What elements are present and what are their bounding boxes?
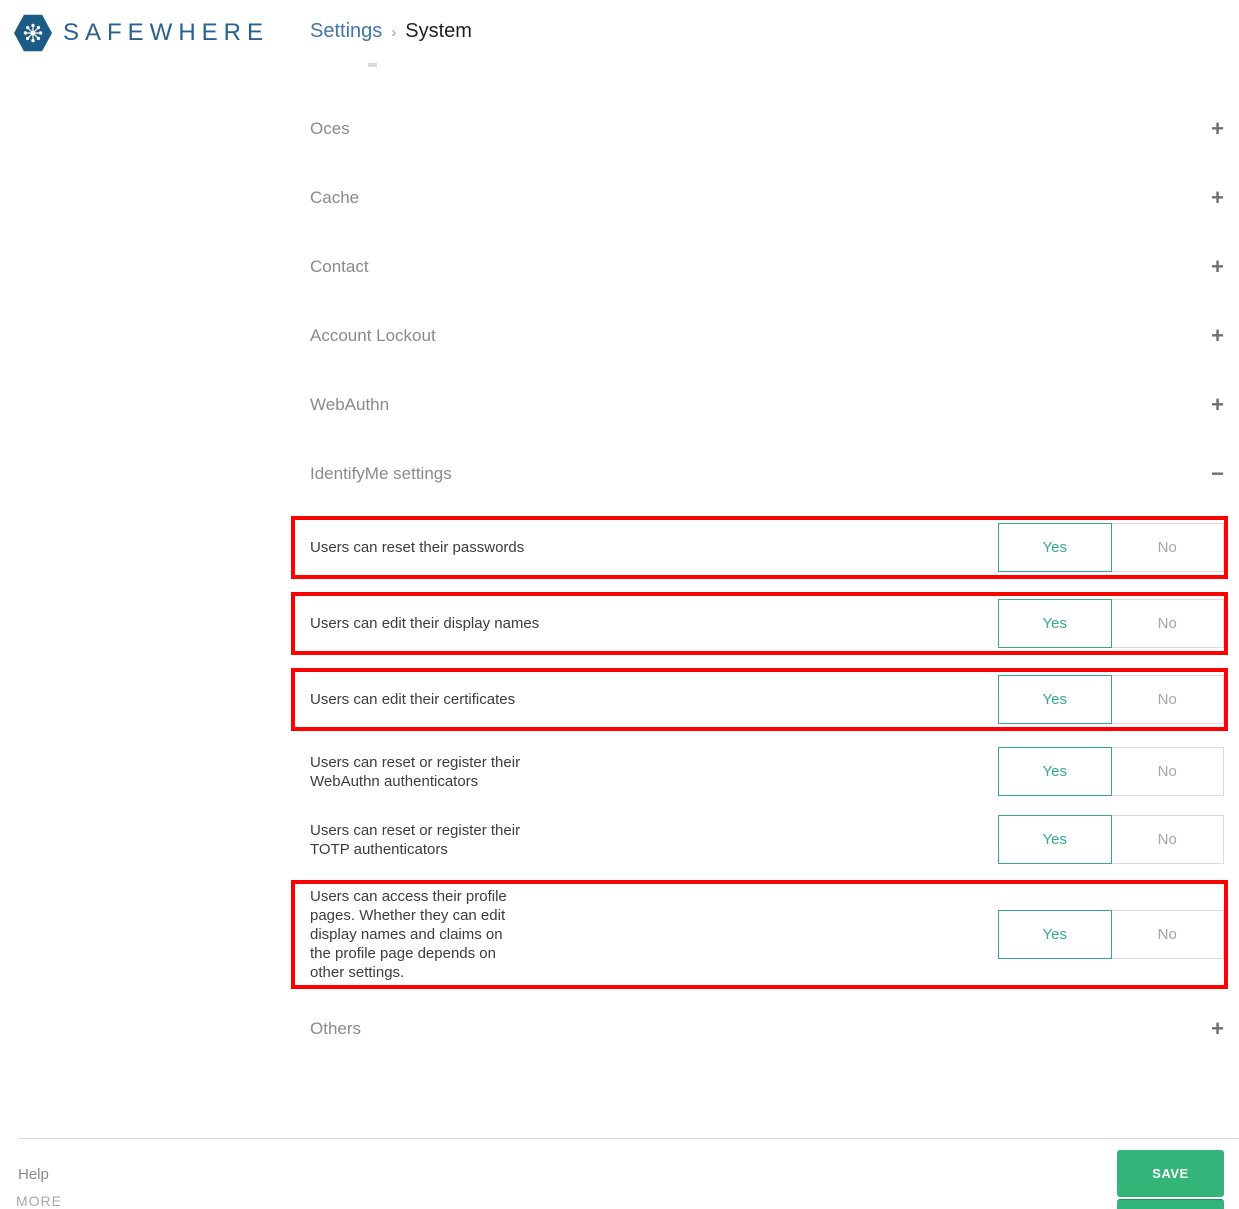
setting-label: Users can reset their passwords [310,538,544,557]
section-header-cache[interactable]: Cache + [310,178,1224,218]
plus-icon[interactable]: + [1202,187,1224,209]
plus-icon[interactable]: + [1202,325,1224,347]
no-button[interactable]: No [1112,815,1225,864]
plus-icon[interactable]: + [1202,1018,1224,1040]
snowflake-hexagon-icon [14,14,52,52]
section-header-webauthn[interactable]: WebAuthn + [310,385,1224,425]
yes-button[interactable]: Yes [998,747,1112,796]
identifyme-settings-panel: Users can reset their passwords Yes No U… [310,516,1224,989]
setting-label: Users can access their profile pages. Wh… [310,887,545,982]
settings-accordion: Oces + Cache + Contact + Account Lockout… [310,0,1224,1049]
yes-button[interactable]: Yes [998,599,1112,648]
minus-icon[interactable]: − [1202,463,1224,485]
section-header-oces[interactable]: Oces + [310,109,1224,149]
yes-no-toggle: Yes No [998,815,1224,864]
yes-no-toggle: Yes No [998,523,1224,572]
setting-row-edit-certificates: Users can edit their certificates Yes No [291,668,1228,731]
brand-name: SAFEWHERE [63,19,269,47]
setting-row-profile-pages: Users can access their profile pages. Wh… [291,880,1228,989]
yes-button[interactable]: Yes [998,815,1112,864]
setting-row-reset-passwords: Users can reset their passwords Yes No [291,516,1228,579]
setting-row-webauthn-authenticators: Users can reset or register their WebAut… [310,744,1224,799]
yes-no-toggle: Yes No [998,747,1224,796]
yes-button[interactable]: Yes [998,523,1112,572]
section-label: Others [310,1019,361,1039]
setting-label: Users can reset or register their TOTP a… [310,821,555,859]
no-button[interactable]: No [1112,910,1225,959]
section-label: Oces [310,119,350,139]
yes-no-toggle: Yes No [998,910,1224,959]
plus-icon[interactable]: + [1202,256,1224,278]
no-button[interactable]: No [1112,747,1225,796]
setting-label: Users can edit their certificates [310,690,535,709]
yes-no-toggle: Yes No [998,675,1224,724]
help-link[interactable]: Help [18,1166,49,1183]
section-header-identifyme-settings[interactable]: IdentifyMe settings − [310,454,1224,494]
brand-logo[interactable]: SAFEWHERE [14,14,269,52]
section-label: Cache [310,188,359,208]
section-label: Account Lockout [310,326,436,346]
section-header-account-lockout[interactable]: Account Lockout + [310,316,1224,356]
setting-row-totp-authenticators: Users can reset or register their TOTP a… [310,812,1224,867]
yes-button[interactable]: Yes [998,910,1112,959]
section-header-contact[interactable]: Contact + [310,247,1224,287]
no-button[interactable]: No [1112,675,1225,724]
section-label: IdentifyMe settings [310,464,452,484]
setting-row-edit-display-names: Users can edit their display names Yes N… [291,592,1228,655]
setting-label: Users can edit their display names [310,614,559,633]
plus-icon[interactable]: + [1202,394,1224,416]
section-header-others[interactable]: Others + [310,1009,1224,1049]
more-link-partial[interactable]: MORE [16,1193,62,1209]
section-label: WebAuthn [310,395,389,415]
save-button[interactable]: SAVE [1117,1150,1224,1197]
section-label: Contact [310,257,369,277]
yes-button[interactable]: Yes [998,675,1112,724]
no-button[interactable]: No [1112,523,1225,572]
footer-divider [18,1138,1239,1139]
no-button[interactable]: No [1112,599,1225,648]
plus-icon[interactable]: + [1202,118,1224,140]
yes-no-toggle: Yes No [998,599,1224,648]
setting-label: Users can reset or register their WebAut… [310,753,555,791]
